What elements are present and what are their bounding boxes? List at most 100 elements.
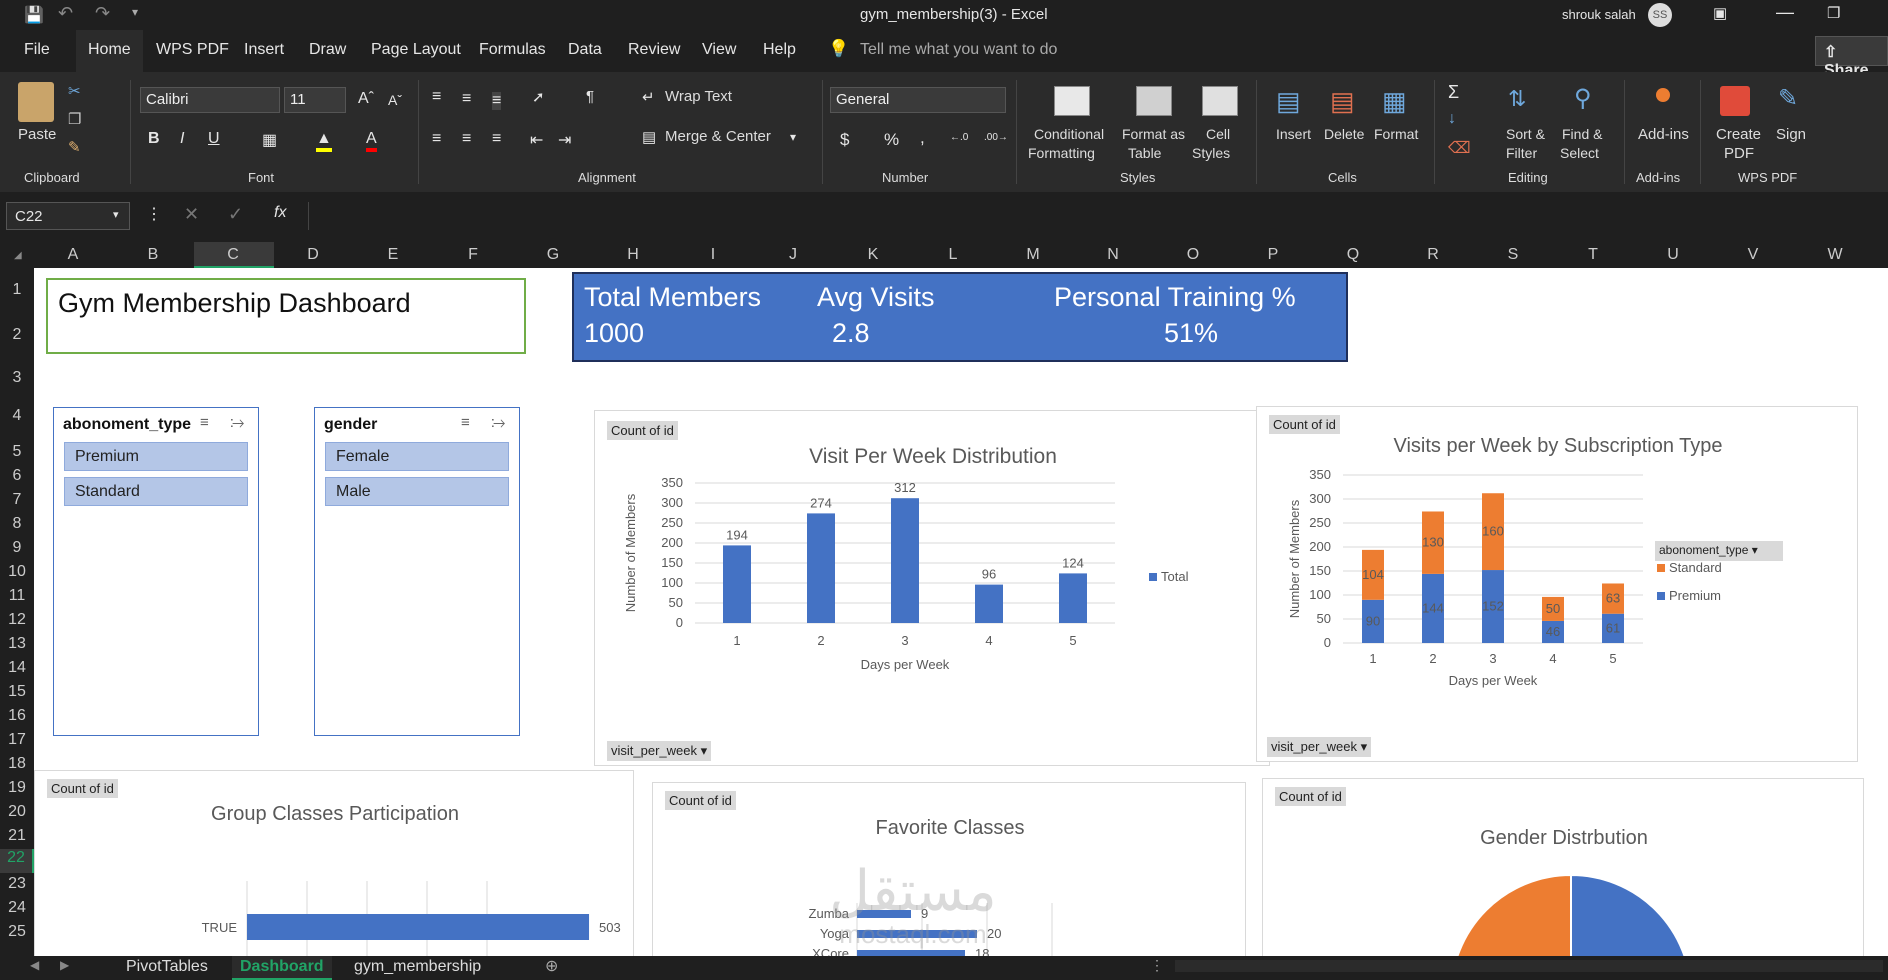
font-name-select[interactable]: Calibri (140, 87, 280, 113)
align-bottom-icon[interactable]: ≡ (492, 92, 502, 110)
tab-page-layout[interactable]: Page Layout (371, 41, 461, 59)
format-as-table-icon[interactable] (1136, 86, 1172, 116)
slicer-item-male[interactable]: Male (325, 477, 509, 506)
row-17[interactable]: 17 (0, 731, 34, 749)
share-button[interactable]: ⇧ Share (1815, 36, 1888, 79)
col-k[interactable]: K (863, 246, 883, 264)
align-top-icon[interactable]: ≡ (432, 88, 441, 106)
save-icon[interactable]: 💾 (24, 5, 44, 25)
user-name[interactable]: shrouk salah (1562, 7, 1636, 22)
bold-icon[interactable]: B (148, 130, 160, 148)
decrease-font-icon[interactable]: Aˇ (388, 92, 402, 108)
merge-center-button[interactable]: Merge & Center (665, 128, 771, 145)
row-2[interactable]: 2 (0, 326, 34, 344)
minimize-icon[interactable]: — (1776, 2, 1794, 23)
currency-icon[interactable]: $ (840, 130, 849, 150)
align-right-icon[interactable]: ≡ (492, 130, 501, 148)
add-ins-button[interactable]: Add-ins (1638, 126, 1689, 143)
field-button[interactable]: visit_per_week ▾ (1267, 737, 1372, 757)
row-11[interactable]: 11 (0, 587, 34, 605)
row-5[interactable]: 5 (0, 443, 34, 461)
restore-icon[interactable]: ❐ (1827, 4, 1840, 22)
increase-decimal-icon[interactable]: ←.0 (950, 132, 968, 143)
find-select-icon[interactable]: ⚲ (1574, 84, 1592, 113)
tab-home[interactable]: Home (76, 30, 143, 72)
chart-favorite-classes[interactable]: Count of id Favorite Classes 9 Zumba 20 Yog… (652, 782, 1246, 956)
col-t[interactable]: T (1583, 246, 1603, 264)
row-14[interactable]: 14 (0, 659, 34, 677)
customize-qat-icon[interactable]: ▾ (132, 5, 138, 19)
orientation-icon[interactable]: ➚ (532, 88, 545, 106)
col-r[interactable]: R (1423, 246, 1443, 264)
chart-visits-distribution[interactable]: Count of id Visit Per Week Distribution … (594, 410, 1270, 766)
name-box[interactable]: C22 (6, 202, 130, 230)
worksheet-grid[interactable]: Gym Membership Dashboard Total Members 1… (34, 268, 1888, 956)
sign-button[interactable]: Sign (1776, 126, 1806, 143)
row-8[interactable]: 8 (0, 515, 34, 533)
row-4[interactable]: 4 (0, 407, 34, 425)
field-button[interactable]: visit_per_week ▾ (607, 741, 712, 761)
col-e[interactable]: E (383, 246, 403, 264)
chart-visits-by-subscription[interactable]: Count of id Visits per Week by Subscript… (1256, 406, 1858, 762)
number-format-select[interactable]: General (830, 87, 1006, 113)
fill-icon[interactable]: ↓ (1448, 110, 1456, 128)
increase-font-icon[interactable]: Aˆ (358, 90, 374, 108)
row-22[interactable]: 22 (0, 849, 34, 873)
row-12[interactable]: 12 (0, 611, 34, 629)
chart-group-classes[interactable]: Count of id Group Classes Participation … (34, 770, 634, 956)
clear-icon[interactable]: ⌫ (1448, 138, 1471, 158)
clear-filter-icon[interactable]: ⧴ (491, 414, 505, 431)
chart-gender-distribution[interactable]: Count of id Gender Distrbution (1262, 778, 1864, 956)
redo-icon[interactable]: ↷ (95, 3, 110, 24)
undo-icon[interactable]: ↶ (58, 3, 73, 24)
sheet-tab-gym-membership[interactable]: gym_membership (354, 958, 481, 976)
align-left-icon[interactable]: ≡ (432, 130, 441, 148)
increase-indent-icon[interactable]: ⇥ (558, 130, 571, 150)
col-l[interactable]: L (943, 246, 963, 264)
multi-select-icon[interactable]: ≡ (461, 414, 470, 431)
col-m[interactable]: M (1023, 246, 1043, 264)
row-6[interactable]: 6 (0, 467, 34, 485)
cell-styles-icon[interactable] (1202, 86, 1238, 116)
fill-color-icon[interactable]: ▲ (316, 130, 332, 152)
insert-cells-icon[interactable]: ▤ (1276, 86, 1301, 117)
insert-cells-button[interactable]: Insert (1276, 126, 1311, 142)
name-box-dropdown-icon[interactable]: ▾ (113, 208, 119, 221)
row-1[interactable]: 1 (0, 281, 34, 299)
col-a[interactable]: A (63, 246, 83, 264)
add-ins-icon[interactable] (1656, 88, 1670, 102)
col-b[interactable]: B (143, 246, 163, 264)
col-p[interactable]: P (1263, 246, 1283, 264)
tab-formulas[interactable]: Formulas (479, 41, 546, 59)
cell-styles-button[interactable]: Cell (1206, 126, 1230, 142)
horizontal-scrollbar[interactable] (1175, 960, 1883, 972)
merge-dropdown-icon[interactable]: ▾ (790, 130, 796, 144)
col-j[interactable]: J (783, 246, 803, 264)
sheet-tab-pivottables[interactable]: PivotTables (126, 958, 208, 976)
format-cells-button[interactable]: Format (1374, 126, 1418, 142)
comma-icon[interactable]: , (920, 128, 925, 148)
conditional-formatting-button[interactable]: Conditional (1034, 126, 1104, 142)
tab-file[interactable]: File (24, 41, 50, 59)
wrap-text-button[interactable]: Wrap Text (665, 88, 732, 105)
sheet-options-icon[interactable]: ⋮ (1150, 957, 1164, 974)
font-color-icon[interactable]: A (366, 130, 377, 152)
sort-filter-button[interactable]: Sort & (1506, 126, 1545, 142)
clear-filter-icon[interactable]: ⧴ (230, 414, 244, 431)
row-16[interactable]: 16 (0, 707, 34, 725)
align-middle-icon[interactable]: ≡ (462, 90, 471, 108)
avatar[interactable]: SS (1648, 3, 1672, 27)
select-all-icon[interactable]: ◢ (14, 250, 22, 261)
col-n[interactable]: N (1103, 246, 1123, 264)
align-center-icon[interactable]: ≡ (462, 130, 471, 148)
slicer-item-female[interactable]: Female (325, 442, 509, 471)
add-sheet-icon[interactable]: ⊕ (545, 956, 558, 976)
col-o[interactable]: O (1183, 246, 1203, 264)
row-21[interactable]: 21 (0, 827, 34, 845)
tab-insert[interactable]: Insert (244, 41, 284, 59)
decrease-decimal-icon[interactable]: .00→ (984, 132, 1008, 143)
row-15[interactable]: 15 (0, 683, 34, 701)
col-c[interactable]: C (223, 246, 243, 264)
slicer-item-premium[interactable]: Premium (64, 442, 248, 471)
insert-function-icon[interactable]: fx (274, 204, 286, 222)
